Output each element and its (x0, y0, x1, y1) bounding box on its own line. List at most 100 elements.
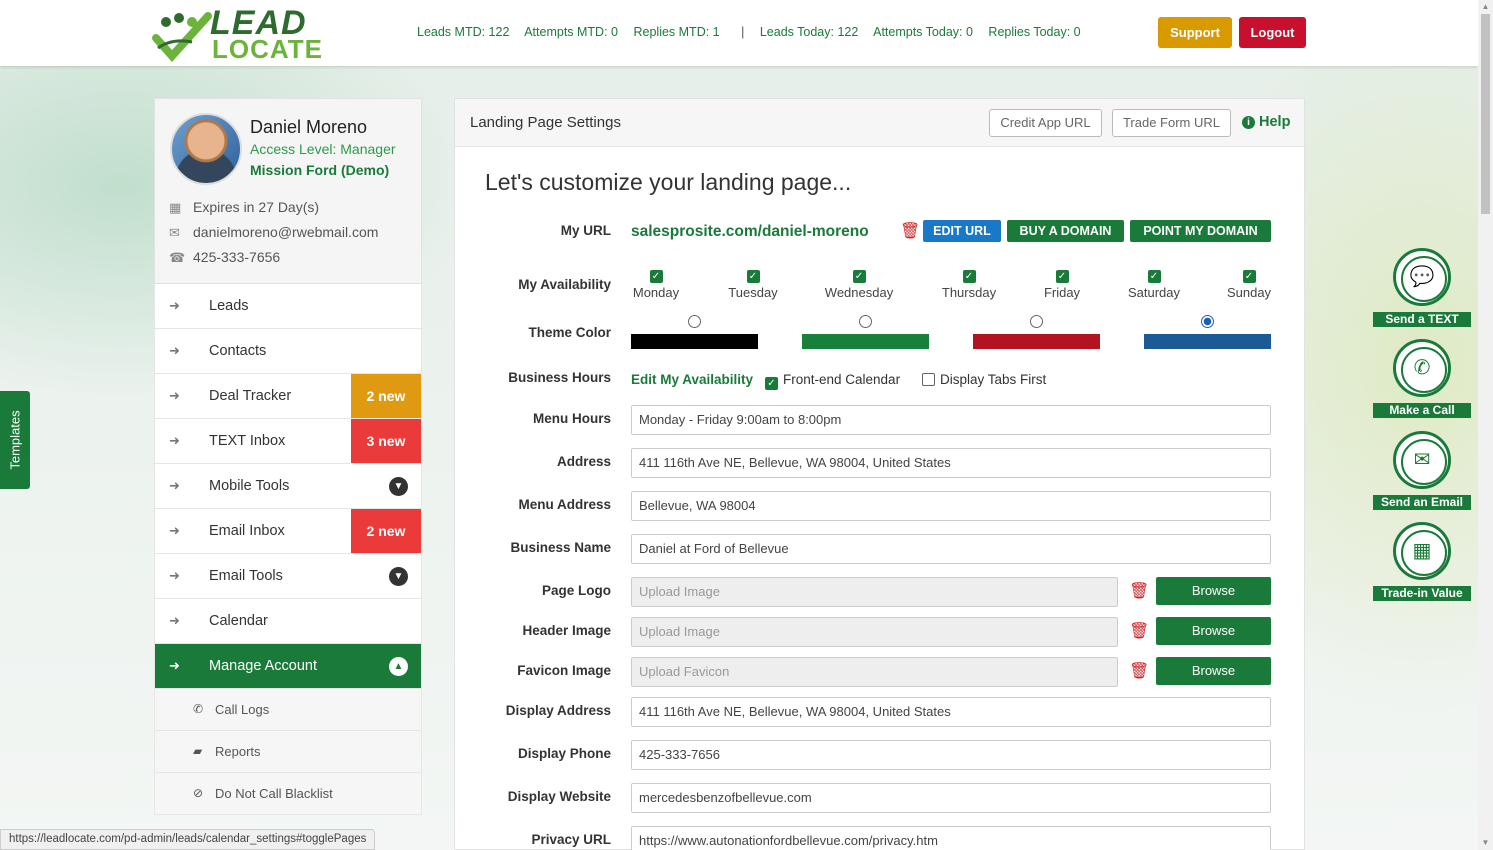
display-phone-input[interactable]: 425-333-7656 (631, 740, 1271, 770)
radio-button[interactable] (688, 315, 701, 328)
sidebar-item-manage-account[interactable]: ➜ Manage Account ▲ (154, 644, 422, 689)
sidebar-item-mobile-tools[interactable]: ➜ Mobile Tools ▼ (154, 464, 422, 509)
frontend-calendar-checkbox[interactable]: ✓ Front-end Calendar (765, 372, 900, 390)
page-logo-browse-button[interactable]: Browse (1156, 577, 1271, 605)
send-text-action[interactable]: 💬 Send a TEXT (1373, 248, 1471, 327)
theme-option-black[interactable] (631, 315, 758, 349)
favicon-input[interactable]: Upload Favicon (631, 657, 1118, 687)
sidebar-item-calendar[interactable]: ➜ Calendar (154, 599, 422, 644)
day-friday[interactable]: ✓ Friday (1043, 270, 1081, 300)
theme-option-blue[interactable] (1144, 315, 1271, 349)
chat-bubble-icon[interactable]: 💬 (1393, 248, 1451, 306)
sidebar-item-email-tools[interactable]: ➜ Email Tools ▼ (154, 554, 422, 599)
header-image-label: Header Image (522, 623, 611, 638)
address-input[interactable]: 411 116th Ave NE, Bellevue, WA 98004, Un… (631, 448, 1271, 478)
sign-in-icon: ➜ (169, 613, 180, 628)
theme-option-green[interactable] (802, 315, 929, 349)
display-tabs-first-checkbox[interactable]: Display Tabs First (922, 372, 1046, 387)
delete-url-trash-icon[interactable]: 🗑 (900, 221, 920, 241)
sidebar-item-contacts[interactable]: ➜ Contacts (154, 329, 422, 374)
phone-call-icon[interactable]: ✆ (1393, 339, 1451, 397)
privacy-url-input[interactable]: https://www.autonationfordbellevue.com/p… (631, 826, 1271, 850)
scroll-thumb[interactable] (1481, 14, 1490, 214)
checkbox-checked-icon[interactable]: ✓ (1055, 270, 1069, 283)
sign-in-icon: ➜ (169, 478, 180, 493)
scroll-down-arrow-icon[interactable]: ▼ (1481, 838, 1490, 848)
display-website-input[interactable]: mercedesbenzofbellevue.com (631, 783, 1271, 813)
sign-in-icon: ➜ (169, 388, 180, 403)
day-tuesday[interactable]: ✓ Tuesday (727, 270, 779, 300)
sidebar-item-leads[interactable]: ➜ Leads (154, 284, 422, 329)
day-label: Monday (632, 285, 680, 300)
theme-option-red[interactable] (973, 315, 1100, 349)
frontend-calendar-label: Front-end Calendar (783, 372, 901, 387)
day-wednesday[interactable]: ✓ Wednesday (823, 270, 895, 300)
checkbox-checked-icon[interactable]: ✓ (746, 270, 760, 283)
sidebar-subitem-reports[interactable]: ▰ Reports (154, 731, 422, 773)
delete-logo-trash-icon[interactable]: 🗑 (1129, 581, 1149, 601)
sidebar-subitem-do-not-call[interactable]: ⊘ Do Not Call Blacklist (154, 773, 422, 815)
templates-tab[interactable]: Templates (0, 391, 30, 489)
trade-in-action[interactable]: ▦ Trade-in Value (1373, 522, 1471, 601)
chevron-down-icon[interactable]: ▼ (389, 477, 408, 496)
menu-address-input[interactable]: Bellevue, WA 98004 (631, 491, 1271, 521)
radio-button[interactable] (1201, 315, 1214, 328)
business-name-input[interactable]: Daniel at Ford of Bellevue (631, 534, 1271, 564)
deal-tracker-badge: 2 new (351, 374, 421, 418)
checkbox-checked-icon[interactable]: ✓ (1147, 270, 1161, 283)
checkbox-unchecked-icon[interactable] (922, 373, 935, 386)
support-button[interactable]: Support (1158, 17, 1232, 48)
my-url-label: My URL (560, 223, 611, 238)
send-email-action[interactable]: ✉ Send an Email (1373, 431, 1471, 510)
day-thursday[interactable]: ✓ Thursday (940, 270, 998, 300)
sidebar-subitem-call-logs[interactable]: ✆ Call Logs (154, 689, 422, 731)
day-monday[interactable]: ✓ Monday (631, 270, 681, 300)
favicon-browse-button[interactable]: Browse (1156, 657, 1271, 685)
delete-header-trash-icon[interactable]: 🗑 (1129, 621, 1149, 641)
trade-form-url-button[interactable]: Trade Form URL (1112, 109, 1231, 137)
chevron-up-icon[interactable]: ▲ (389, 657, 408, 676)
checkbox-checked-icon[interactable]: ✓ (962, 270, 976, 283)
edit-availability-link[interactable]: Edit My Availability (631, 372, 753, 387)
help-link[interactable]: i Help (1242, 114, 1290, 130)
envelope-icon[interactable]: ✉ (1393, 431, 1451, 489)
checkbox-checked-icon[interactable]: ✓ (649, 270, 663, 283)
buy-domain-button[interactable]: BUY A DOMAIN (1007, 220, 1124, 242)
my-url-link[interactable]: salesprosite.com/daniel-moreno (631, 223, 869, 241)
delete-favicon-trash-icon[interactable]: 🗑 (1129, 661, 1149, 681)
calculator-icon[interactable]: ▦ (1393, 522, 1451, 580)
text-inbox-badge: 3 new (351, 419, 421, 463)
display-address-input[interactable]: 411 116th Ave NE, Bellevue, WA 98004, Un… (631, 697, 1271, 727)
day-sunday[interactable]: ✓ Sunday (1226, 270, 1272, 300)
chevron-down-icon[interactable]: ▼ (389, 567, 408, 586)
sidebar-item-email-inbox[interactable]: ➜ Email Inbox 2 new (154, 509, 422, 554)
point-domain-button[interactable]: POINT MY DOMAIN (1130, 220, 1271, 242)
radio-button[interactable] (1030, 315, 1043, 328)
page-scrollbar[interactable]: ▲ ▼ (1478, 0, 1493, 850)
sidebar-item-text-inbox[interactable]: ➜ TEXT Inbox 3 new (154, 419, 422, 464)
sidebar-item-deal-tracker[interactable]: ➜ Deal Tracker 2 new (154, 374, 422, 419)
display-phone-label: Display Phone (517, 746, 611, 761)
header-image-browse-button[interactable]: Browse (1156, 617, 1271, 645)
checkbox-checked-icon[interactable]: ✓ (852, 270, 866, 283)
day-saturday[interactable]: ✓ Saturday (1125, 270, 1183, 300)
attempts-today: Attempts Today: 0 (873, 25, 973, 39)
logout-button[interactable]: Logout (1239, 17, 1306, 48)
logo-line2: LOCATE (212, 34, 323, 64)
credit-app-url-button[interactable]: Credit App URL (989, 109, 1102, 137)
menu-hours-input[interactable]: Monday - Friday 9:00am to 8:00pm (631, 405, 1271, 435)
calendar-icon: ▦ (169, 200, 182, 215)
edit-url-button[interactable]: EDIT URL (923, 220, 1001, 242)
checkbox-checked-icon[interactable]: ✓ (1242, 270, 1256, 283)
header-image-input[interactable]: Upload Image (631, 617, 1118, 647)
phone-icon: ✆ (193, 702, 204, 716)
page-logo-input[interactable]: Upload Image (631, 577, 1118, 607)
menu-address-label: Menu Address (518, 497, 611, 512)
scroll-up-arrow-icon[interactable]: ▲ (1481, 2, 1490, 12)
checkbox-checked-icon[interactable]: ✓ (765, 377, 778, 390)
radio-button[interactable] (859, 315, 872, 328)
lead-locate-logo[interactable]: LEAD LOCATE (152, 6, 322, 62)
make-call-label: Make a Call (1373, 403, 1471, 418)
make-call-action[interactable]: ✆ Make a Call (1373, 339, 1471, 418)
dealer-name[interactable]: Mission Ford (Demo) (250, 162, 389, 178)
